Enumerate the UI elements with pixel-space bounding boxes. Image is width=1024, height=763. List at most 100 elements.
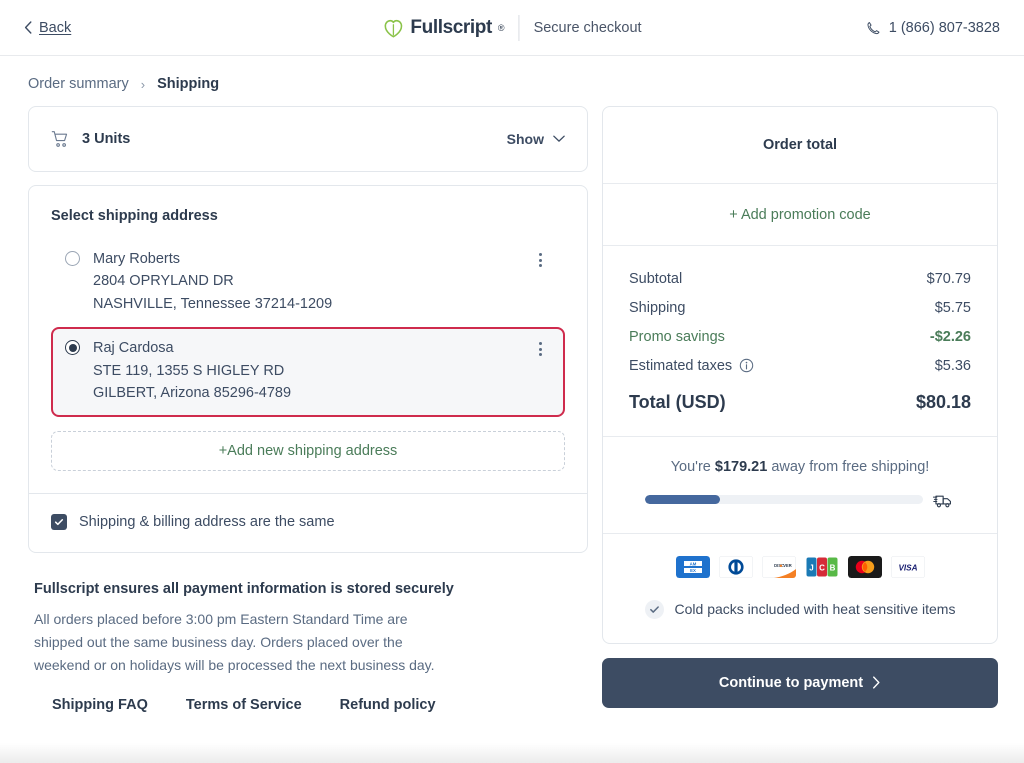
progress-bar-fill xyxy=(645,495,721,504)
support-phone[interactable]: 1 (866) 807-3828 xyxy=(865,20,1000,36)
checkout-main-column: 3 Units Show Select shipping address Mar… xyxy=(28,106,588,713)
svg-text:VISA: VISA xyxy=(898,563,917,572)
grand-total-value: $80.18 xyxy=(915,392,971,412)
promo-savings-value: -$2.26 xyxy=(929,328,971,345)
breadcrumb: Order summary › Shipping xyxy=(0,56,1024,106)
security-info-body: All orders placed before 3:00 pm Eastern… xyxy=(34,610,435,673)
footer-link-shipping-faq[interactable]: Shipping FAQ xyxy=(52,697,148,713)
fullscript-wordmark: Fullscript xyxy=(410,16,492,38)
checkout-layout: 3 Units Show Select shipping address Mar… xyxy=(0,106,1024,713)
free-shipping-progress-row xyxy=(629,491,971,509)
order-total-card: Order total + Add promotion code Subtota… xyxy=(602,106,998,644)
accepted-payment-methods: AM EX DISC VER J C B VISA xyxy=(603,534,997,578)
address-options-menu-icon[interactable] xyxy=(529,338,551,360)
shipping-value: $5.75 xyxy=(934,299,971,316)
svg-text:AM: AM xyxy=(689,561,696,566)
visa-card-icon: VISA xyxy=(890,555,925,578)
address-details: Mary Roberts 2804 OPRYLAND DR NASHVILLE,… xyxy=(93,248,529,315)
back-button[interactable]: Back xyxy=(24,20,71,36)
add-new-shipping-address-button[interactable]: +Add new shipping address xyxy=(51,430,565,471)
shipping-address-card: Select shipping address Mary Roberts 280… xyxy=(28,185,588,553)
security-info-title: Fullscript ensures all payment informati… xyxy=(34,580,454,597)
svg-text:VER: VER xyxy=(783,563,791,568)
total-row-shipping: Shipping $5.75 xyxy=(629,293,971,322)
free-shipping-amount: $179.21 xyxy=(714,458,768,475)
subtotal-value: $70.79 xyxy=(926,270,971,287)
continue-to-payment-label: Continue to payment xyxy=(718,674,864,691)
address-radio-selected[interactable] xyxy=(65,340,80,356)
free-shipping-prefix: You're xyxy=(670,458,715,475)
continue-to-payment-button[interactable]: Continue to payment xyxy=(602,657,998,708)
svg-text:C: C xyxy=(819,563,825,572)
cold-packs-label: Cold packs included with heat sensitive … xyxy=(674,601,956,617)
free-shipping-progress-block: You're $179.21 away from free shipping! xyxy=(603,437,997,534)
breadcrumb-shipping: Shipping xyxy=(157,76,220,92)
estimated-taxes-value: $5.36 xyxy=(934,357,971,374)
total-row-grand-total: Total (USD) $80.18 xyxy=(629,380,971,420)
address-name: Mary Roberts xyxy=(93,251,181,267)
app-header: Back Fullscript ® Secure checkout 1 (866… xyxy=(0,0,1024,56)
free-shipping-message: You're $179.21 away from free shipping! xyxy=(629,459,971,475)
svg-text:B: B xyxy=(829,563,835,572)
cart-show-toggle[interactable]: Show xyxy=(507,131,565,147)
address-line-1: STE 119, 1355 S HIGLEY RD xyxy=(93,362,285,379)
address-options-menu-icon[interactable] xyxy=(529,249,551,271)
address-option-mary-roberts[interactable]: Mary Roberts 2804 OPRYLAND DR NASHVILLE,… xyxy=(51,238,565,327)
order-summary-column: Order total + Add promotion code Subtota… xyxy=(602,106,998,708)
chevron-down-icon xyxy=(553,135,565,142)
address-name: Raj Cardosa xyxy=(93,340,174,357)
brand-area: Fullscript ® Secure checkout xyxy=(382,14,642,41)
discover-card-icon: DISC VER xyxy=(761,555,796,578)
address-line-2: GILBERT, Arizona 85296-4789 xyxy=(93,385,292,402)
phone-icon xyxy=(867,21,880,34)
jcb-card-icon: J C B xyxy=(804,555,839,578)
chevron-right-icon xyxy=(873,676,880,689)
shipping-label: Shipping xyxy=(629,299,686,316)
info-icon[interactable] xyxy=(739,358,754,373)
same-billing-address-checkbox[interactable] xyxy=(51,513,67,530)
order-totals-list: Subtotal $70.79 Shipping $5.75 Promo sav… xyxy=(603,246,997,437)
footer-link-terms-of-service[interactable]: Terms of Service xyxy=(186,697,302,713)
shipping-address-heading: Select shipping address xyxy=(51,208,218,224)
breadcrumb-order-summary[interactable]: Order summary xyxy=(28,76,129,92)
progress-bar-track xyxy=(645,495,923,504)
free-shipping-suffix: away from free shipping! xyxy=(767,458,930,475)
header-divider xyxy=(518,14,520,41)
cold-packs-check-badge xyxy=(644,599,664,619)
address-line-2: NASHVILLE, Tennessee 37214-1209 xyxy=(93,295,333,312)
chevron-left-icon xyxy=(24,21,32,34)
svg-text:J: J xyxy=(809,563,813,572)
address-details: Raj Cardosa STE 119, 1355 S HIGLEY RD GI… xyxy=(93,337,529,404)
estimated-taxes-label: Estimated taxes xyxy=(629,357,733,374)
add-promotion-code-button[interactable]: + Add promotion code xyxy=(603,184,997,246)
same-billing-address-row[interactable]: Shipping & billing address are the same xyxy=(29,494,587,552)
subtotal-label: Subtotal xyxy=(629,270,683,287)
promo-savings-label: Promo savings xyxy=(629,328,725,345)
cart-show-label: Show xyxy=(506,131,544,147)
secure-checkout-label: Secure checkout xyxy=(533,19,642,36)
same-billing-address-label: Shipping & billing address are the same xyxy=(79,513,335,530)
back-button-label: Back xyxy=(39,19,72,36)
address-radio-unselected[interactable] xyxy=(65,251,80,266)
address-line-1: 2804 OPRYLAND DR xyxy=(93,273,234,290)
mastercard-card-icon xyxy=(847,555,882,578)
total-row-subtotal: Subtotal $70.79 xyxy=(629,264,971,293)
checkmark-icon xyxy=(54,518,64,525)
shopping-cart-icon xyxy=(51,130,68,147)
address-option-raj-cardosa[interactable]: Raj Cardosa STE 119, 1355 S HIGLEY RD GI… xyxy=(51,327,565,417)
checkmark-icon xyxy=(649,605,659,613)
total-row-promo-savings: Promo savings -$2.26 xyxy=(629,322,971,351)
fullscript-logo[interactable]: Fullscript ® xyxy=(382,16,505,39)
footer-link-refund-policy[interactable]: Refund policy xyxy=(340,697,436,713)
cold-packs-note: Cold packs included with heat sensitive … xyxy=(603,578,997,643)
trademark-symbol: ® xyxy=(497,22,505,33)
svg-text:EX: EX xyxy=(690,568,696,573)
diners-club-card-icon xyxy=(718,555,753,578)
delivery-truck-icon xyxy=(933,495,951,507)
amex-card-icon: AM EX xyxy=(675,555,710,578)
fullscript-leaf-icon xyxy=(384,19,403,37)
security-info-block: Fullscript ensures all payment informati… xyxy=(28,553,588,713)
cart-summary-bar[interactable]: 3 Units Show xyxy=(28,106,588,172)
total-row-estimated-taxes: Estimated taxes $5.36 xyxy=(629,351,971,380)
footer-links: Shipping FAQ Terms of Service Refund pol… xyxy=(34,697,582,713)
